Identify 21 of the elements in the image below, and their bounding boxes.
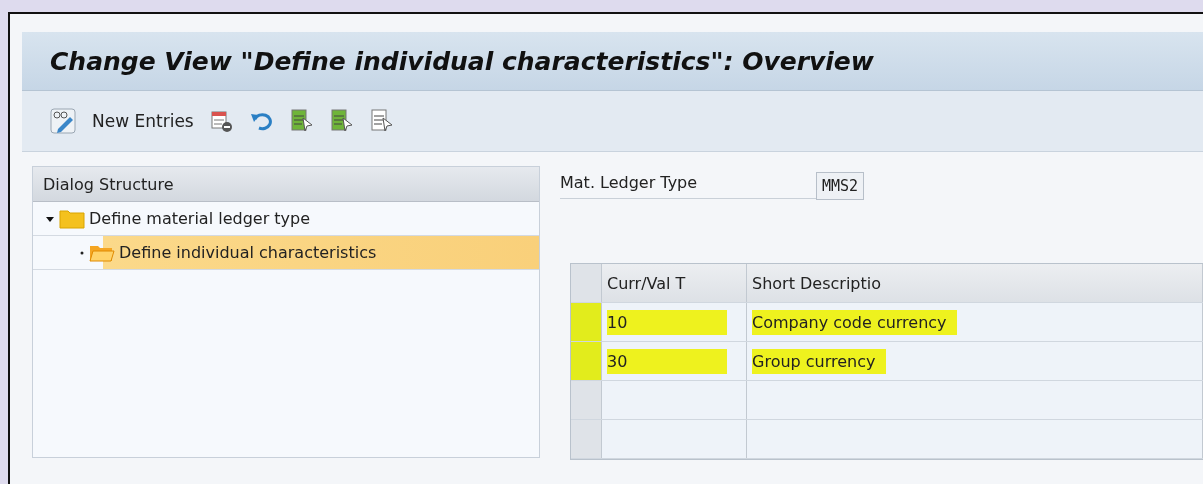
highlighted-text: 10 xyxy=(607,309,728,335)
field-label: Mat. Ledger Type xyxy=(560,173,816,199)
leaf-dot-icon xyxy=(79,249,85,256)
column-header: Curr/Val T xyxy=(602,264,747,302)
select-icon xyxy=(289,108,314,134)
column-header: Short Descriptio xyxy=(747,264,1203,302)
folder-icon xyxy=(59,208,85,229)
select-all-cell[interactable] xyxy=(571,264,602,302)
select-icon xyxy=(369,108,394,134)
ledger-type-field[interactable]: MMS2 xyxy=(816,172,865,200)
window-title: Change View "Define individual characteristics": Overview xyxy=(50,46,874,76)
select-icon xyxy=(329,108,354,134)
highlighted-text: 30 xyxy=(607,348,728,374)
toolbar-button[interactable] xyxy=(48,106,78,136)
panel-header: Dialog Structure xyxy=(33,167,539,202)
new-entries-button[interactable]: New Entries xyxy=(90,109,196,133)
tree-node[interactable]: Define individual characteristics xyxy=(33,236,539,270)
highlighted-text: Group currency xyxy=(752,348,886,374)
glasses-pencil-icon xyxy=(50,108,76,134)
delete-row-icon xyxy=(209,109,234,133)
highlighted-text: Company code currency xyxy=(752,309,957,335)
